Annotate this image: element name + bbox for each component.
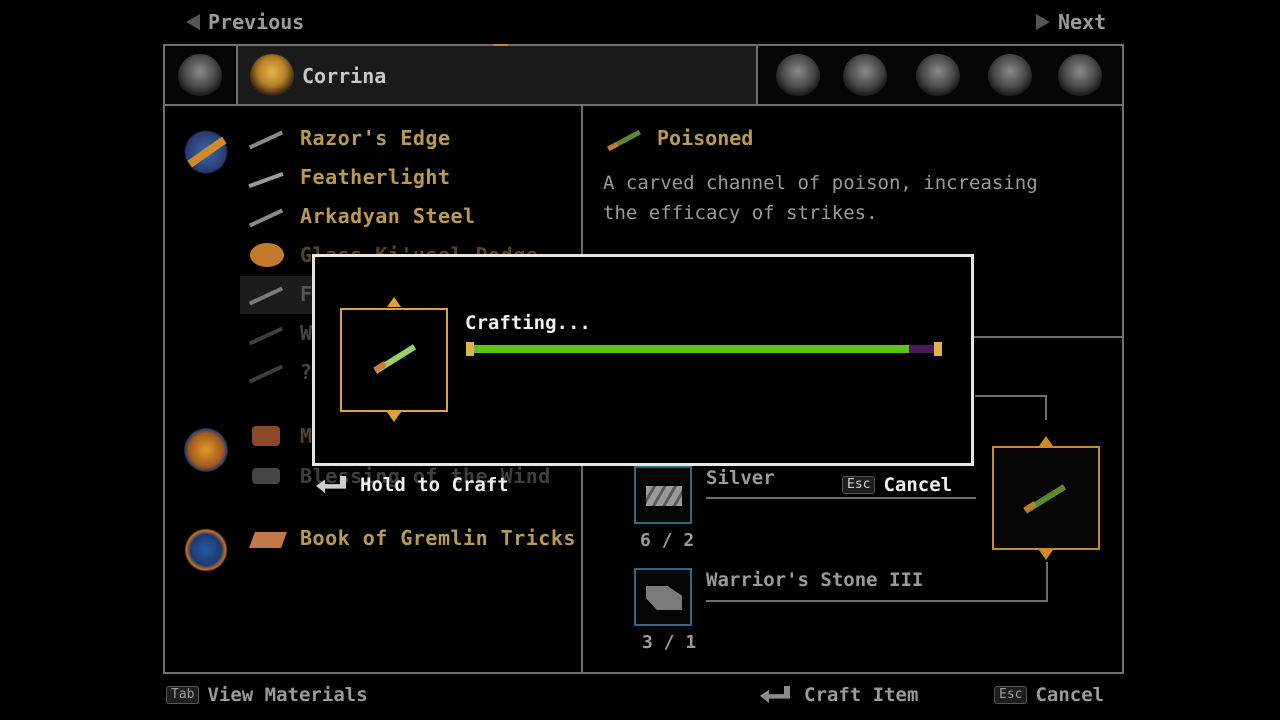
material-name: Warrior's Stone III: [706, 569, 924, 591]
stone-icon: [646, 586, 682, 610]
party-member-portrait[interactable]: [916, 54, 960, 98]
recipe-item-icon: [248, 284, 284, 306]
recipe-item-name[interactable]: Book of Gremlin Tricks: [300, 526, 576, 550]
recipe-item-name[interactable]: Featherlight: [300, 165, 451, 189]
view-materials-prompt[interactable]: Tab View Materials: [166, 684, 368, 706]
arrow-left-icon: [186, 14, 200, 30]
recipe-item-name[interactable]: W: [300, 321, 313, 345]
active-character-portrait: [250, 54, 294, 98]
material-count: 6 / 2: [640, 530, 695, 551]
material-slot[interactable]: [634, 568, 692, 626]
material-name: Silver: [706, 467, 775, 489]
progress-fill: [466, 345, 909, 353]
tab-key: Tab: [166, 686, 200, 704]
detail-title: Poisoned: [657, 126, 754, 150]
craft-item-label: Craft Item: [804, 684, 919, 706]
recipe-item-name[interactable]: M: [300, 424, 313, 448]
previous-nav[interactable]: Previous: [186, 10, 304, 34]
connector-line: [975, 395, 1047, 420]
recipe-item-icon: [248, 424, 282, 446]
progress-cap-right: [934, 342, 942, 356]
recipe-item-icon: [248, 362, 284, 384]
party-member-portrait[interactable]: [776, 54, 820, 98]
material-slot[interactable]: [634, 466, 692, 524]
esc-key: Esc: [842, 476, 876, 494]
next-nav[interactable]: Next: [1036, 10, 1106, 34]
footer-cancel-label: Cancel: [1035, 684, 1105, 706]
recipe-item-icon: [248, 168, 284, 190]
recipe-item-name[interactable]: F: [300, 282, 313, 306]
recipe-item-name[interactable]: Arkadyan Steel: [300, 204, 476, 228]
detail-item-icon: [604, 126, 644, 154]
crafting-progress-bar: [466, 342, 942, 356]
sword-category-icon[interactable]: [180, 126, 232, 178]
recipe-item-name[interactable]: Razor's Edge: [300, 126, 451, 150]
party-member-portrait[interactable]: [178, 54, 222, 98]
detail-description-line1: A carved channel of poison, increasing: [603, 172, 1038, 194]
recipe-item-name[interactable]: ?: [300, 360, 313, 384]
arrow-right-icon: [1036, 14, 1050, 30]
connector-line: [706, 497, 976, 499]
previous-label: Previous: [208, 10, 305, 34]
armor-category-icon[interactable]: [182, 426, 230, 474]
craft-result-slot: [992, 446, 1100, 550]
craft-item-prompt[interactable]: Craft Item: [760, 684, 918, 706]
recipe-item-icon: [248, 324, 284, 346]
party-member-portrait[interactable]: [843, 54, 887, 98]
recipe-item-icon: [248, 128, 284, 150]
next-label: Next: [1058, 10, 1107, 34]
esc-key: Esc: [994, 686, 1028, 704]
view-materials-label: View Materials: [207, 684, 368, 706]
active-character-name: Corrina: [302, 64, 387, 88]
enter-key-icon: [760, 686, 790, 704]
book-category-icon[interactable]: [182, 526, 230, 574]
hold-to-craft-label: Hold to Craft: [360, 474, 509, 496]
footer-cancel-prompt[interactable]: Esc Cancel: [994, 684, 1104, 706]
recipe-item-icon: [248, 464, 282, 486]
crafting-status: Crafting...: [465, 312, 591, 334]
party-member-portrait[interactable]: [1058, 54, 1102, 98]
detail-description-line2: the efficacy of strikes.: [603, 202, 878, 224]
hold-to-craft-prompt[interactable]: Hold to Craft: [316, 474, 509, 496]
enter-key-icon: [316, 476, 346, 494]
modal-cancel-prompt[interactable]: Esc Cancel: [842, 474, 952, 496]
recipe-item-icon: [248, 243, 284, 267]
modal-cancel-label: Cancel: [883, 474, 953, 496]
party-member-portrait[interactable]: [988, 54, 1032, 98]
recipe-item-icon: [249, 528, 287, 550]
material-count: 3 / 1: [642, 632, 697, 653]
crafting-item-frame: [340, 308, 448, 412]
silver-ingot-icon: [646, 486, 682, 506]
progress-cap-left: [466, 342, 474, 356]
recipe-item-icon: [248, 206, 284, 228]
